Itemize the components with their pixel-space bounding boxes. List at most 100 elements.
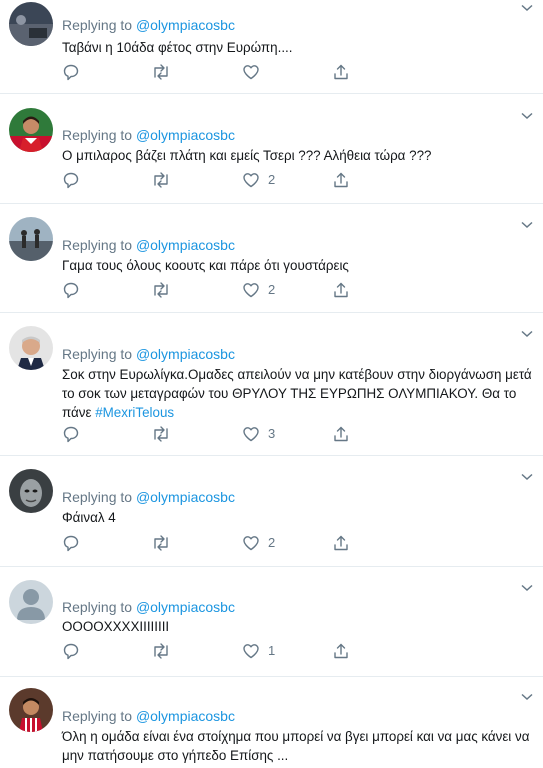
reply-prefix: Replying to	[62, 17, 133, 33]
reply-prefix: Replying to	[62, 237, 133, 253]
retweet-button[interactable]	[151, 171, 171, 189]
reply-button[interactable]	[62, 171, 80, 189]
chevron-down-icon[interactable]	[521, 473, 533, 481]
tweet[interactable]: Replying to @olympiacosbc Φάιναλ 4 2	[0, 456, 543, 567]
reply-prefix: Replying to	[62, 127, 133, 143]
like-count: 3	[268, 426, 276, 441]
tweet-text: ΟΟΟΟΧΧΧΧΙΙΙΙΙΙΙΙ	[62, 619, 170, 634]
reply-handle-link[interactable]: @olympiacosbc	[136, 127, 235, 143]
replying-to: Replying to @olympiacosbc	[62, 17, 235, 33]
retweet-icon	[154, 426, 168, 442]
replying-to: Replying to @olympiacosbc	[62, 708, 235, 724]
like-button[interactable]: 3	[242, 425, 275, 443]
replying-to: Replying to @olympiacosbc	[62, 127, 235, 143]
avatar[interactable]	[9, 326, 53, 370]
share-button[interactable]	[332, 534, 350, 552]
reply-icon	[63, 426, 79, 443]
tweet-text: Ο μπιλαρος βάζει πλάτη και εμείς Τσερι ?…	[62, 148, 432, 163]
like-count: 2	[268, 535, 276, 550]
tweet[interactable]: Replying to @olympiacosbc Ο μπιλαρος βάζ…	[0, 94, 543, 204]
reply-prefix: Replying to	[62, 708, 133, 724]
reply-handle-link[interactable]: @olympiacosbc	[136, 489, 235, 505]
reply-button[interactable]	[62, 63, 80, 81]
reply-button[interactable]	[62, 281, 80, 299]
tweet-actions: 3	[62, 425, 362, 443]
share-button[interactable]	[332, 63, 350, 81]
avatar[interactable]	[9, 2, 53, 46]
reply-handle-link[interactable]: @olympiacosbc	[136, 346, 235, 362]
reply-icon	[63, 64, 79, 81]
avatar[interactable]	[9, 469, 53, 513]
tweet[interactable]: Replying to @olympiacosbc Όλη η ομάδα εί…	[0, 677, 543, 768]
reply-handle-link[interactable]: @olympiacosbc	[136, 708, 235, 724]
share-icon	[334, 282, 348, 298]
retweet-button[interactable]	[151, 534, 171, 552]
avatar[interactable]	[9, 217, 53, 261]
retweet-button[interactable]	[151, 425, 171, 443]
tweet[interactable]: Replying to @olympiacosbc Ταβάνι η 10άδα…	[0, 0, 543, 94]
reply-prefix: Replying to	[62, 599, 133, 615]
chevron-down-icon[interactable]	[521, 693, 533, 701]
tweet[interactable]: Replying to @olympiacosbc Γαμα τους όλου…	[0, 204, 543, 313]
retweet-icon	[154, 643, 168, 659]
like-button[interactable]: 1	[242, 642, 275, 660]
tweet-text: Σοκ στην Ευρωλίγκα.Ομαδες απειλούν να μη…	[62, 365, 532, 422]
like-count: 2	[268, 282, 276, 297]
tweet[interactable]: Replying to @olympiacosbc ΟΟΟΟΧΧΧΧΙΙΙΙΙΙ…	[0, 567, 543, 677]
retweet-button[interactable]	[151, 642, 171, 660]
chevron-down-icon[interactable]	[521, 4, 533, 12]
reply-prefix: Replying to	[62, 346, 133, 362]
retweet-icon	[154, 172, 168, 188]
retweet-icon	[154, 282, 168, 298]
share-icon	[334, 426, 348, 442]
like-button[interactable]: 2	[242, 281, 275, 299]
share-button[interactable]	[332, 425, 350, 443]
tweet[interactable]: Replying to @olympiacosbc Σοκ στην Ευρωλ…	[0, 313, 543, 456]
like-button[interactable]	[242, 63, 260, 81]
share-icon	[334, 172, 348, 188]
chevron-down-icon[interactable]	[521, 112, 533, 120]
replying-to: Replying to @olympiacosbc	[62, 346, 235, 362]
tweet-actions: 1	[62, 642, 362, 660]
reply-handle-link[interactable]: @olympiacosbc	[136, 17, 235, 33]
share-button[interactable]	[332, 281, 350, 299]
avatar[interactable]	[9, 108, 53, 152]
like-count: 1	[268, 643, 276, 658]
avatar[interactable]	[9, 688, 53, 732]
tweet-actions: 2	[62, 171, 362, 189]
reply-handle-link[interactable]: @olympiacosbc	[136, 237, 235, 253]
share-icon	[334, 64, 348, 80]
retweet-icon	[154, 535, 168, 551]
like-button[interactable]: 2	[242, 171, 275, 189]
retweet-button[interactable]	[151, 63, 171, 81]
tweet-actions: 2	[62, 281, 362, 299]
retweet-icon	[154, 64, 168, 80]
chevron-down-icon[interactable]	[521, 584, 533, 592]
tweet-actions: 2	[62, 534, 362, 552]
reply-button[interactable]	[62, 425, 80, 443]
chevron-down-icon[interactable]	[521, 221, 533, 229]
heart-icon	[243, 644, 259, 659]
like-count: 2	[268, 172, 276, 187]
heart-icon	[243, 65, 259, 80]
heart-icon	[243, 427, 259, 442]
hashtag-link[interactable]: #MexriTelous	[95, 405, 174, 420]
chevron-down-icon[interactable]	[521, 330, 533, 338]
reply-handle-link[interactable]: @olympiacosbc	[136, 599, 235, 615]
tweet-text: Ταβάνι η 10άδα φέτος στην Ευρώπη....	[62, 40, 293, 55]
reply-icon	[63, 535, 79, 552]
share-button[interactable]	[332, 171, 350, 189]
avatar[interactable]	[9, 580, 53, 624]
reply-icon	[63, 282, 79, 299]
retweet-button[interactable]	[151, 281, 171, 299]
reply-button[interactable]	[62, 534, 80, 552]
like-button[interactable]: 2	[242, 534, 275, 552]
reply-icon	[63, 643, 79, 660]
reply-button[interactable]	[62, 642, 80, 660]
replying-to: Replying to @olympiacosbc	[62, 237, 235, 253]
share-button[interactable]	[332, 642, 350, 660]
heart-icon	[243, 173, 259, 188]
heart-icon	[243, 283, 259, 298]
share-icon	[334, 643, 348, 659]
tweet-actions	[62, 63, 362, 81]
